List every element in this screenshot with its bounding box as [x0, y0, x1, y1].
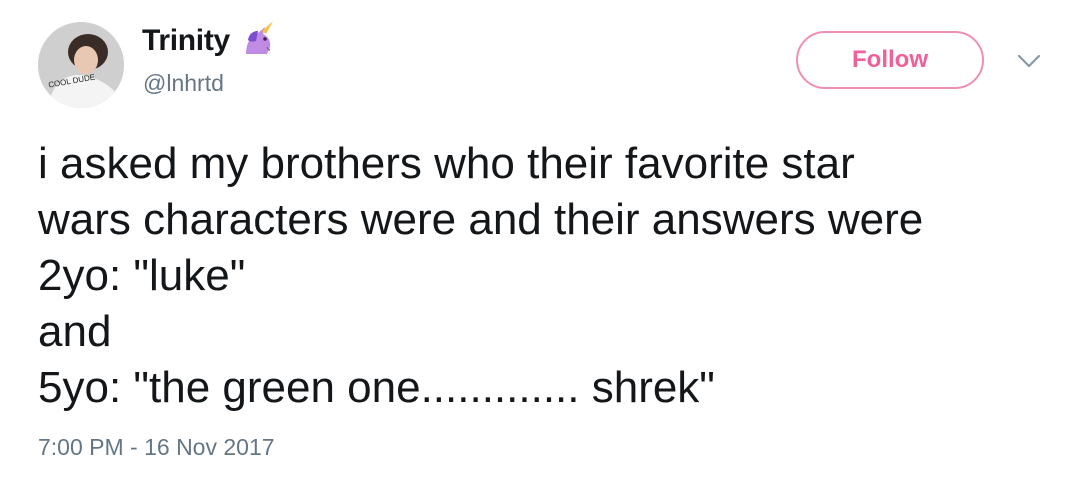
tweet-line: 5yo: "the green one............. shrek" [38, 363, 715, 412]
tweet-line: i asked my brothers who their favorite s… [38, 139, 855, 188]
unicorn-icon [240, 20, 276, 56]
tweet-text: i asked my brothers who their favorite s… [38, 136, 1078, 416]
display-name[interactable]: Trinity [142, 24, 230, 58]
avatar[interactable]: COOL DUDE [38, 22, 124, 108]
chevron-down-icon[interactable] [1016, 52, 1042, 70]
follow-button[interactable]: Follow [796, 31, 984, 89]
tweet-line: and [38, 307, 112, 356]
tweet-line: 2yo: "luke" [38, 251, 246, 300]
tweet-timestamp[interactable]: 7:00 PM - 16 Nov 2017 [38, 434, 275, 461]
user-name-row: Trinity [142, 21, 276, 58]
tweet-line: wars characters were and their answers w… [38, 195, 924, 244]
avatar-photo: COOL DUDE [38, 22, 124, 108]
user-handle[interactable]: @lnhrtd [143, 70, 224, 97]
